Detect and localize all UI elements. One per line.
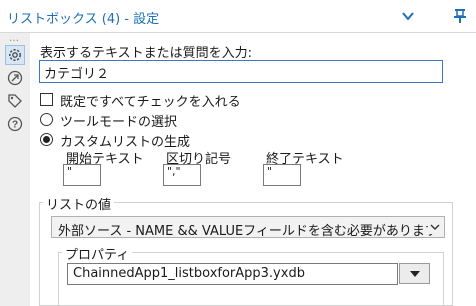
gear-icon[interactable]: [5, 45, 25, 65]
tool-mode-label: ツールモードの選択: [60, 115, 178, 130]
prompt-input[interactable]: カテゴリ２: [39, 60, 443, 83]
pin-icon[interactable]: [452, 8, 468, 24]
file-path-value: ChainnedApp1_listboxforApp3.yxdb: [73, 266, 305, 281]
caret-down-icon: [409, 270, 420, 277]
start-text-value: ": [67, 165, 73, 178]
svg-text:?: ?: [12, 120, 18, 131]
connection-icon[interactable]: [5, 68, 25, 88]
chevron-down-icon[interactable]: [400, 8, 416, 24]
default-check-label: 既定ですべてチェックを入れる: [60, 95, 241, 110]
delimiter-value: ",": [167, 165, 181, 178]
side-toolbar: … ?: [0, 33, 30, 306]
file-dropdown-button[interactable]: [399, 263, 430, 284]
help-icon[interactable]: ?: [5, 114, 25, 134]
prompt-label: 表示するテキストまたは質問を入力:: [40, 46, 252, 61]
window-title: リストボックス (4) - 設定: [7, 12, 160, 27]
more-indicator: …: [9, 33, 20, 44]
tool-mode-radio[interactable]: [40, 113, 53, 126]
tag-icon[interactable]: [5, 91, 25, 111]
list-source-dropdown[interactable]: 外部ソース - NAME && VALUEフィールドを含む必要があります（相対パ…: [51, 216, 445, 238]
start-text-input[interactable]: ": [63, 164, 101, 186]
default-check-checkbox[interactable]: [40, 93, 53, 106]
end-text-input[interactable]: ": [263, 164, 301, 186]
properties-legend: プロパティ: [62, 244, 133, 263]
prompt-value: カテゴリ２: [44, 67, 110, 82]
chevron-down-icon[interactable]: [428, 220, 442, 234]
title-bar: リストボックス (4) - 設定: [0, 0, 476, 33]
custom-list-radio[interactable]: [40, 133, 53, 146]
file-path-input[interactable]: ChainnedApp1_listboxforApp3.yxdb: [67, 263, 398, 285]
list-source-value: 外部ソース - NAME && VALUEフィールドを含む必要があります（相対パ…: [58, 224, 444, 238]
end-text-value: ": [267, 165, 273, 178]
list-values-legend: リストの値: [43, 194, 115, 213]
delimiter-input[interactable]: ",": [163, 164, 201, 186]
